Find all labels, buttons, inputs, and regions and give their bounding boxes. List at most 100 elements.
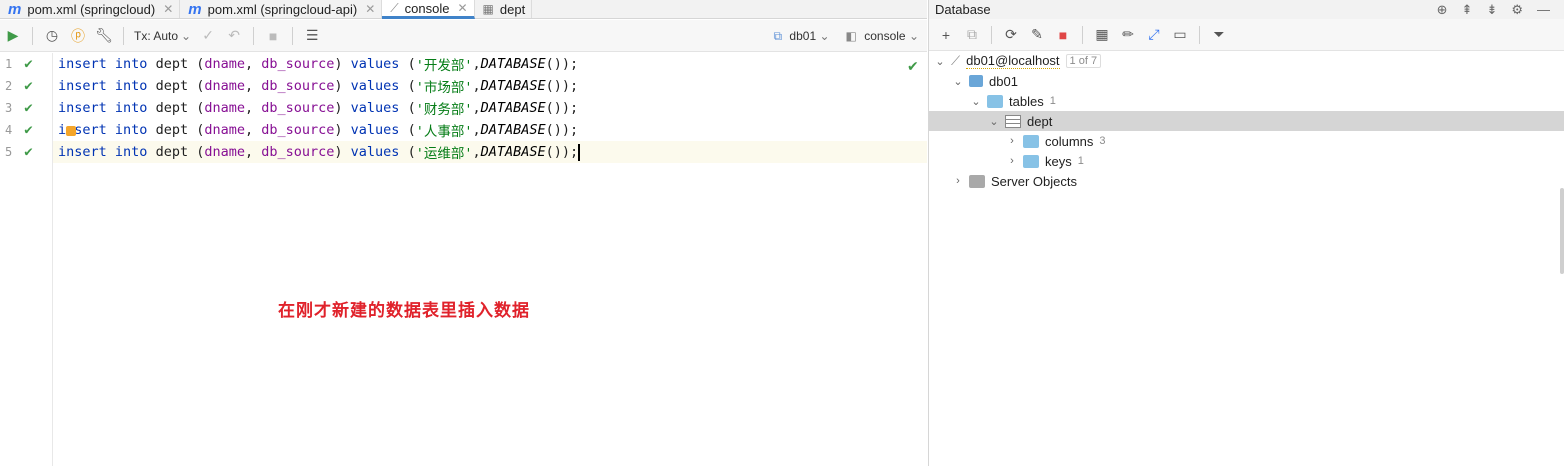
string-literal: '开发部' [415, 58, 473, 74]
connection-icon: ⟋ [951, 53, 961, 68]
tab-pom-springcloud-api[interactable]: m pom.xml (springcloud-api) ✕ [180, 0, 383, 18]
punct: ) [334, 56, 351, 72]
database-panel: Database ⊕ ⇞ ⇟ ⚙ — + ⧉ ⟳ ✎ ■ ▦ ✏ ⤢ ▭ ⏷ ⌄… [928, 0, 1564, 466]
refresh-icon[interactable]: ⟳ [998, 22, 1024, 48]
columns-count: 3 [1099, 135, 1106, 147]
gear-icon[interactable]: ⚙ [1511, 2, 1523, 18]
chevron-right-icon[interactable]: › [951, 175, 965, 187]
table-ref: dept [155, 100, 189, 116]
check-icon: ✔ [24, 100, 33, 116]
keyword: values [350, 122, 400, 138]
history-button[interactable]: ◷ [39, 23, 65, 49]
tree-node-connection[interactable]: ⌄ ⟋ db01@localhost 1 of 7 [929, 51, 1564, 71]
parameters-button[interactable]: ⓟ [65, 23, 91, 49]
code-line-current[interactable]: insert into dept (dname, db_source) valu… [53, 141, 927, 163]
punct: , [244, 100, 262, 116]
minimize-icon[interactable]: — [1537, 2, 1550, 17]
datasource-selector[interactable]: ⧉ db01 ⌄ [774, 29, 830, 44]
server-objects-label: Server Objects [991, 173, 1077, 189]
punct: ( [399, 78, 416, 94]
rollback-button[interactable]: ↶ [221, 23, 247, 49]
toolbar-divider [32, 26, 33, 45]
tree-node-tables[interactable]: ⌄ tables 1 [929, 91, 1564, 111]
keyword: values [350, 56, 400, 72]
keyword: into [106, 122, 156, 138]
session-label: console [864, 29, 906, 43]
punct: ( [399, 122, 416, 138]
toolbar-divider [991, 25, 992, 44]
toolbar-divider [292, 26, 294, 45]
duplicate-icon[interactable]: ⧉ [959, 22, 985, 48]
keyword: values [350, 78, 400, 94]
check-icon: ✔ [24, 144, 33, 160]
folder-icon [987, 94, 1003, 108]
string-literal: '运维部' [415, 146, 473, 162]
code-line[interactable]: insert into dept (dname, db_source) valu… [53, 97, 927, 119]
toolbar-divider [253, 26, 255, 45]
run-button[interactable]: ▶ [0, 23, 26, 49]
schema-properties-icon[interactable]: ✎ [1024, 22, 1050, 48]
punct: , [472, 100, 481, 116]
transaction-mode-dropdown[interactable]: Tx: Auto ⌄ [130, 29, 195, 43]
collapse-all-icon[interactable]: ⇟ [1486, 2, 1497, 18]
session-selector[interactable]: ◧ console ⌄ [846, 29, 919, 43]
table-ref: dept [155, 78, 189, 94]
keyword: values [350, 100, 400, 116]
tx-label: Tx: Auto [134, 28, 179, 43]
filter-icon[interactable]: ⏷ [1206, 22, 1232, 48]
sql-code-area[interactable]: insert into dept (dname, db_source) valu… [53, 53, 927, 466]
schema-count-badge[interactable]: 1 of 7 [1065, 54, 1102, 68]
keyword: values [350, 144, 400, 160]
maven-icon: m [188, 0, 202, 18]
stop-button[interactable]: ■ [260, 23, 286, 49]
table-icon [1005, 114, 1021, 128]
tree-node-server-objects[interactable]: › Server Objects [929, 171, 1564, 191]
column-ref: dname [204, 122, 245, 138]
toolbar-divider [1199, 25, 1200, 44]
query-console-icon[interactable]: ▭ [1167, 22, 1193, 48]
tree-node-schema[interactable]: ⌄ db01 [929, 71, 1564, 91]
chevron-right-icon[interactable]: › [1005, 135, 1019, 147]
chevron-right-icon[interactable]: › [1005, 155, 1019, 167]
settings-wrench-icon[interactable]: 🔧︎ [91, 23, 117, 49]
chevron-down-icon: ⌄ [908, 29, 919, 43]
inspection-ok-icon[interactable]: ✔ [907, 58, 919, 75]
close-icon[interactable]: ✕ [365, 2, 375, 16]
chevron-down-icon[interactable]: ⌄ [951, 75, 965, 88]
tab-label: pom.xml (springcloud) [27, 1, 156, 17]
table-ref: dept [155, 144, 189, 160]
chevron-down-icon[interactable]: ⌄ [969, 95, 983, 108]
tree-node-table-dept[interactable]: ⌄ dept [929, 111, 1564, 131]
chevron-down-icon[interactable]: ⌄ [933, 55, 947, 68]
tree-node-columns[interactable]: › columns 3 [929, 131, 1564, 151]
tab-pom-springcloud[interactable]: m pom.xml (springcloud) ✕ [0, 0, 181, 18]
database-toolbar: + ⧉ ⟳ ✎ ■ ▦ ✏ ⤢ ▭ ⏷ [929, 19, 1564, 51]
column-ref: dname [204, 100, 245, 116]
toolbar-divider [1082, 25, 1083, 44]
vertical-scrollbar[interactable] [1560, 188, 1564, 274]
intention-bulb-icon[interactable] [66, 126, 76, 136]
close-icon[interactable]: ✕ [163, 2, 173, 16]
code-line[interactable]: insert into dept (dname, db_source) valu… [53, 75, 927, 97]
close-icon[interactable]: ✕ [457, 1, 467, 15]
commit-button[interactable]: ✓ [195, 23, 221, 49]
edit-icon[interactable]: ✏ [1115, 22, 1141, 48]
table-editor-icon[interactable]: ▦ [1089, 22, 1115, 48]
tab-console[interactable]: ⟋ console ✕ [382, 0, 475, 19]
keys-count: 1 [1077, 155, 1084, 167]
disconnect-icon[interactable]: ■ [1050, 22, 1076, 48]
tree-node-keys[interactable]: › keys 1 [929, 151, 1564, 171]
output-layout-button[interactable]: ☰ [299, 23, 325, 49]
chevron-down-icon[interactable]: ⌄ [987, 115, 1001, 128]
add-icon[interactable]: + [933, 22, 959, 48]
column-ref: db_source [261, 100, 335, 116]
column-ref: dname [204, 78, 245, 94]
function-call: DATABASE [480, 144, 546, 160]
locate-icon[interactable]: ⊕ [1437, 2, 1448, 18]
expand-all-icon[interactable]: ⇞ [1462, 2, 1473, 18]
code-line[interactable]: insert into dept (dname, db_source) valu… [53, 119, 927, 141]
gutter-line: 2 ✔ [0, 75, 52, 97]
tab-dept[interactable]: ▦ dept [475, 0, 533, 18]
code-line[interactable]: insert into dept (dname, db_source) valu… [53, 53, 927, 75]
jump-to-source-icon[interactable]: ⤢ [1141, 22, 1167, 48]
